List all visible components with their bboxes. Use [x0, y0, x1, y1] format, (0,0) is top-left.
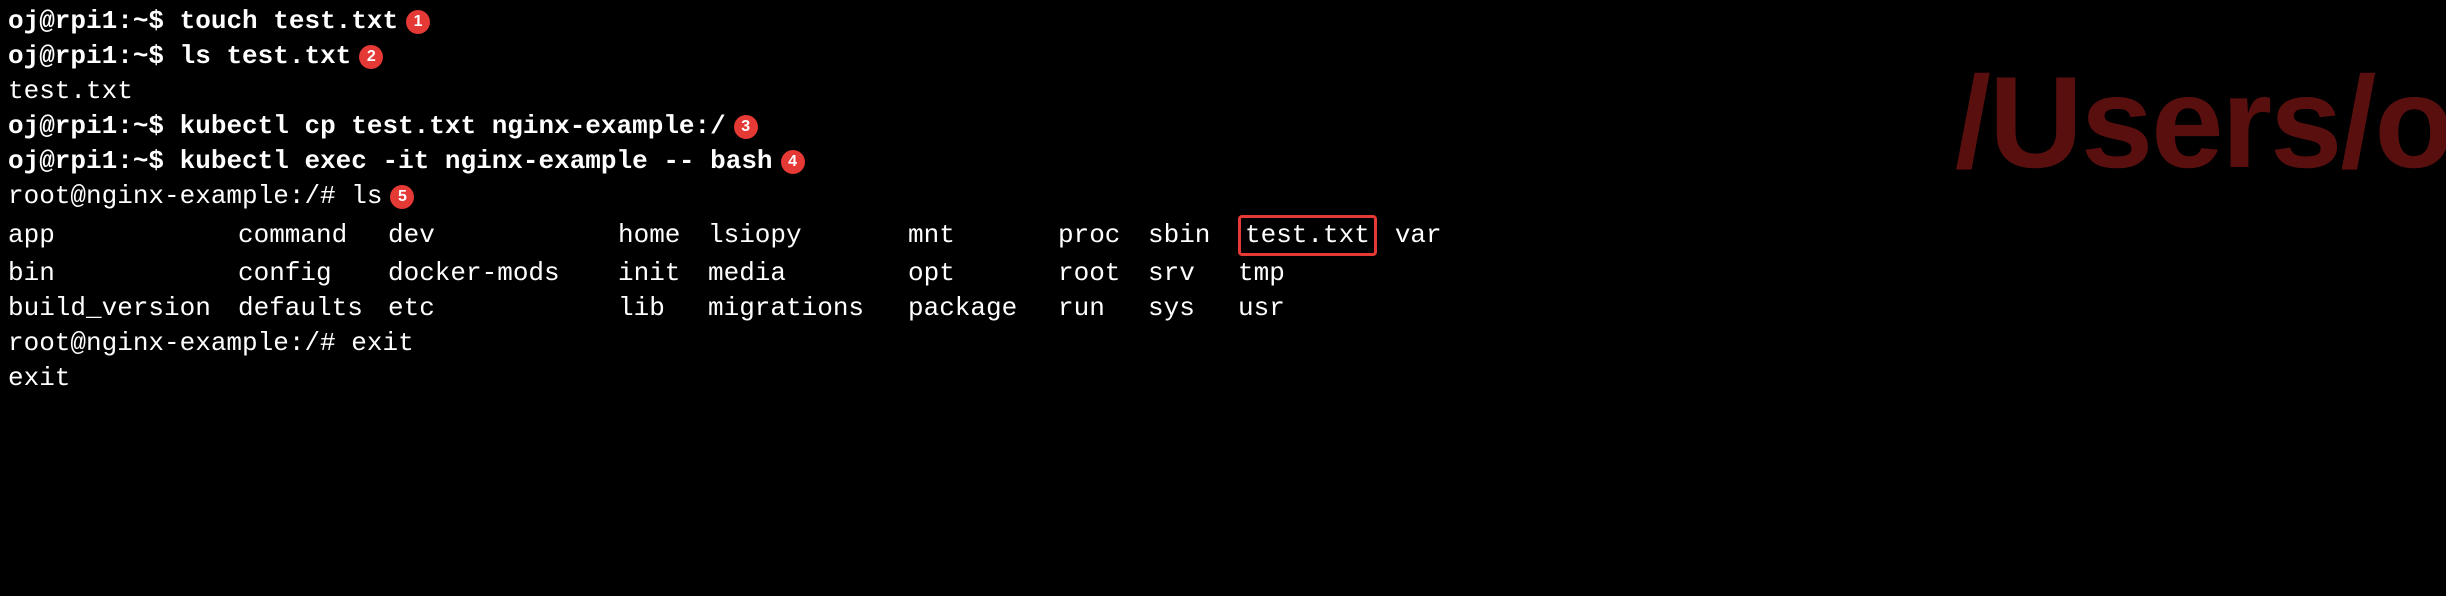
- ls-output-row: build_versiondefaultsetclibmigrationspac…: [8, 291, 2438, 326]
- shell-prompt: oj@rpi1:~$: [8, 4, 180, 39]
- ls-item: media: [708, 256, 908, 291]
- shell-command: kubectl exec -it nginx-example -- bash: [180, 144, 773, 179]
- annotation-bullet-2: 2: [359, 45, 383, 69]
- terminal-line: oj@rpi1:~$ ls test.txt 2: [8, 39, 2438, 74]
- ls-item: app: [8, 218, 238, 253]
- ls-item: mnt: [908, 218, 1058, 253]
- ls-item: usr: [1238, 291, 1388, 326]
- annotation-bullet-5: 5: [390, 185, 414, 209]
- ls-item: config: [238, 256, 388, 291]
- ls-item: command: [238, 218, 388, 253]
- command-output: test.txt: [8, 74, 133, 109]
- ls-item: build_version: [8, 291, 238, 326]
- ls-output-row: binconfigdocker-modsinitmediaoptrootsrvt…: [8, 256, 2438, 291]
- ls-item: defaults: [238, 291, 388, 326]
- ls-item: init: [618, 256, 708, 291]
- shell-command: ls: [351, 179, 382, 214]
- ls-item: var: [1395, 218, 1475, 253]
- ls-item: etc: [388, 291, 618, 326]
- terminal-content: oj@rpi1:~$ touch test.txt 1 oj@rpi1:~$ l…: [8, 4, 2438, 396]
- ls-item: migrations: [708, 291, 908, 326]
- terminal-line: exit: [8, 361, 2438, 396]
- ls-item: home: [618, 218, 708, 253]
- highlighted-file: test.txt: [1238, 215, 1377, 256]
- ls-output-row: appcommanddevhomelsiopymntprocsbintest.t…: [8, 215, 2438, 256]
- terminal-line: oj@rpi1:~$ touch test.txt 1: [8, 4, 2438, 39]
- ls-item: bin: [8, 256, 238, 291]
- shell-command: ls test.txt: [180, 39, 352, 74]
- ls-item: root: [1058, 256, 1148, 291]
- ls-item: lib: [618, 291, 708, 326]
- command-output: exit: [8, 361, 70, 396]
- ls-item: opt: [908, 256, 1058, 291]
- shell-prompt: oj@rpi1:~$: [8, 109, 180, 144]
- ls-item: run: [1058, 291, 1148, 326]
- annotation-bullet-4: 4: [781, 150, 805, 174]
- terminal-line: test.txt: [8, 74, 2438, 109]
- ls-item: tmp: [1238, 256, 1388, 291]
- ls-item: lsiopy: [708, 218, 908, 253]
- ls-item: srv: [1148, 256, 1238, 291]
- terminal-line: root@nginx-example:/# exit: [8, 326, 2438, 361]
- shell-command: kubectl cp test.txt nginx-example:/: [180, 109, 726, 144]
- ls-item: proc: [1058, 218, 1148, 253]
- shell-command: touch test.txt: [180, 4, 398, 39]
- ls-item: sys: [1148, 291, 1238, 326]
- terminal-line: oj@rpi1:~$ kubectl cp test.txt nginx-exa…: [8, 109, 2438, 144]
- terminal-line: oj@rpi1:~$ kubectl exec -it nginx-exampl…: [8, 144, 2438, 179]
- annotation-bullet-1: 1: [406, 10, 430, 34]
- root-prompt: root@nginx-example:/#: [8, 326, 351, 361]
- shell-command: exit: [351, 326, 413, 361]
- annotation-bullet-3: 3: [734, 115, 758, 139]
- ls-item: package: [908, 291, 1058, 326]
- ls-item: docker-mods: [388, 256, 618, 291]
- terminal-line: root@nginx-example:/# ls 5: [8, 179, 2438, 214]
- ls-item: sbin: [1148, 218, 1238, 253]
- root-prompt: root@nginx-example:/#: [8, 179, 351, 214]
- shell-prompt: oj@rpi1:~$: [8, 144, 180, 179]
- ls-item: dev: [388, 218, 618, 253]
- shell-prompt: oj@rpi1:~$: [8, 39, 180, 74]
